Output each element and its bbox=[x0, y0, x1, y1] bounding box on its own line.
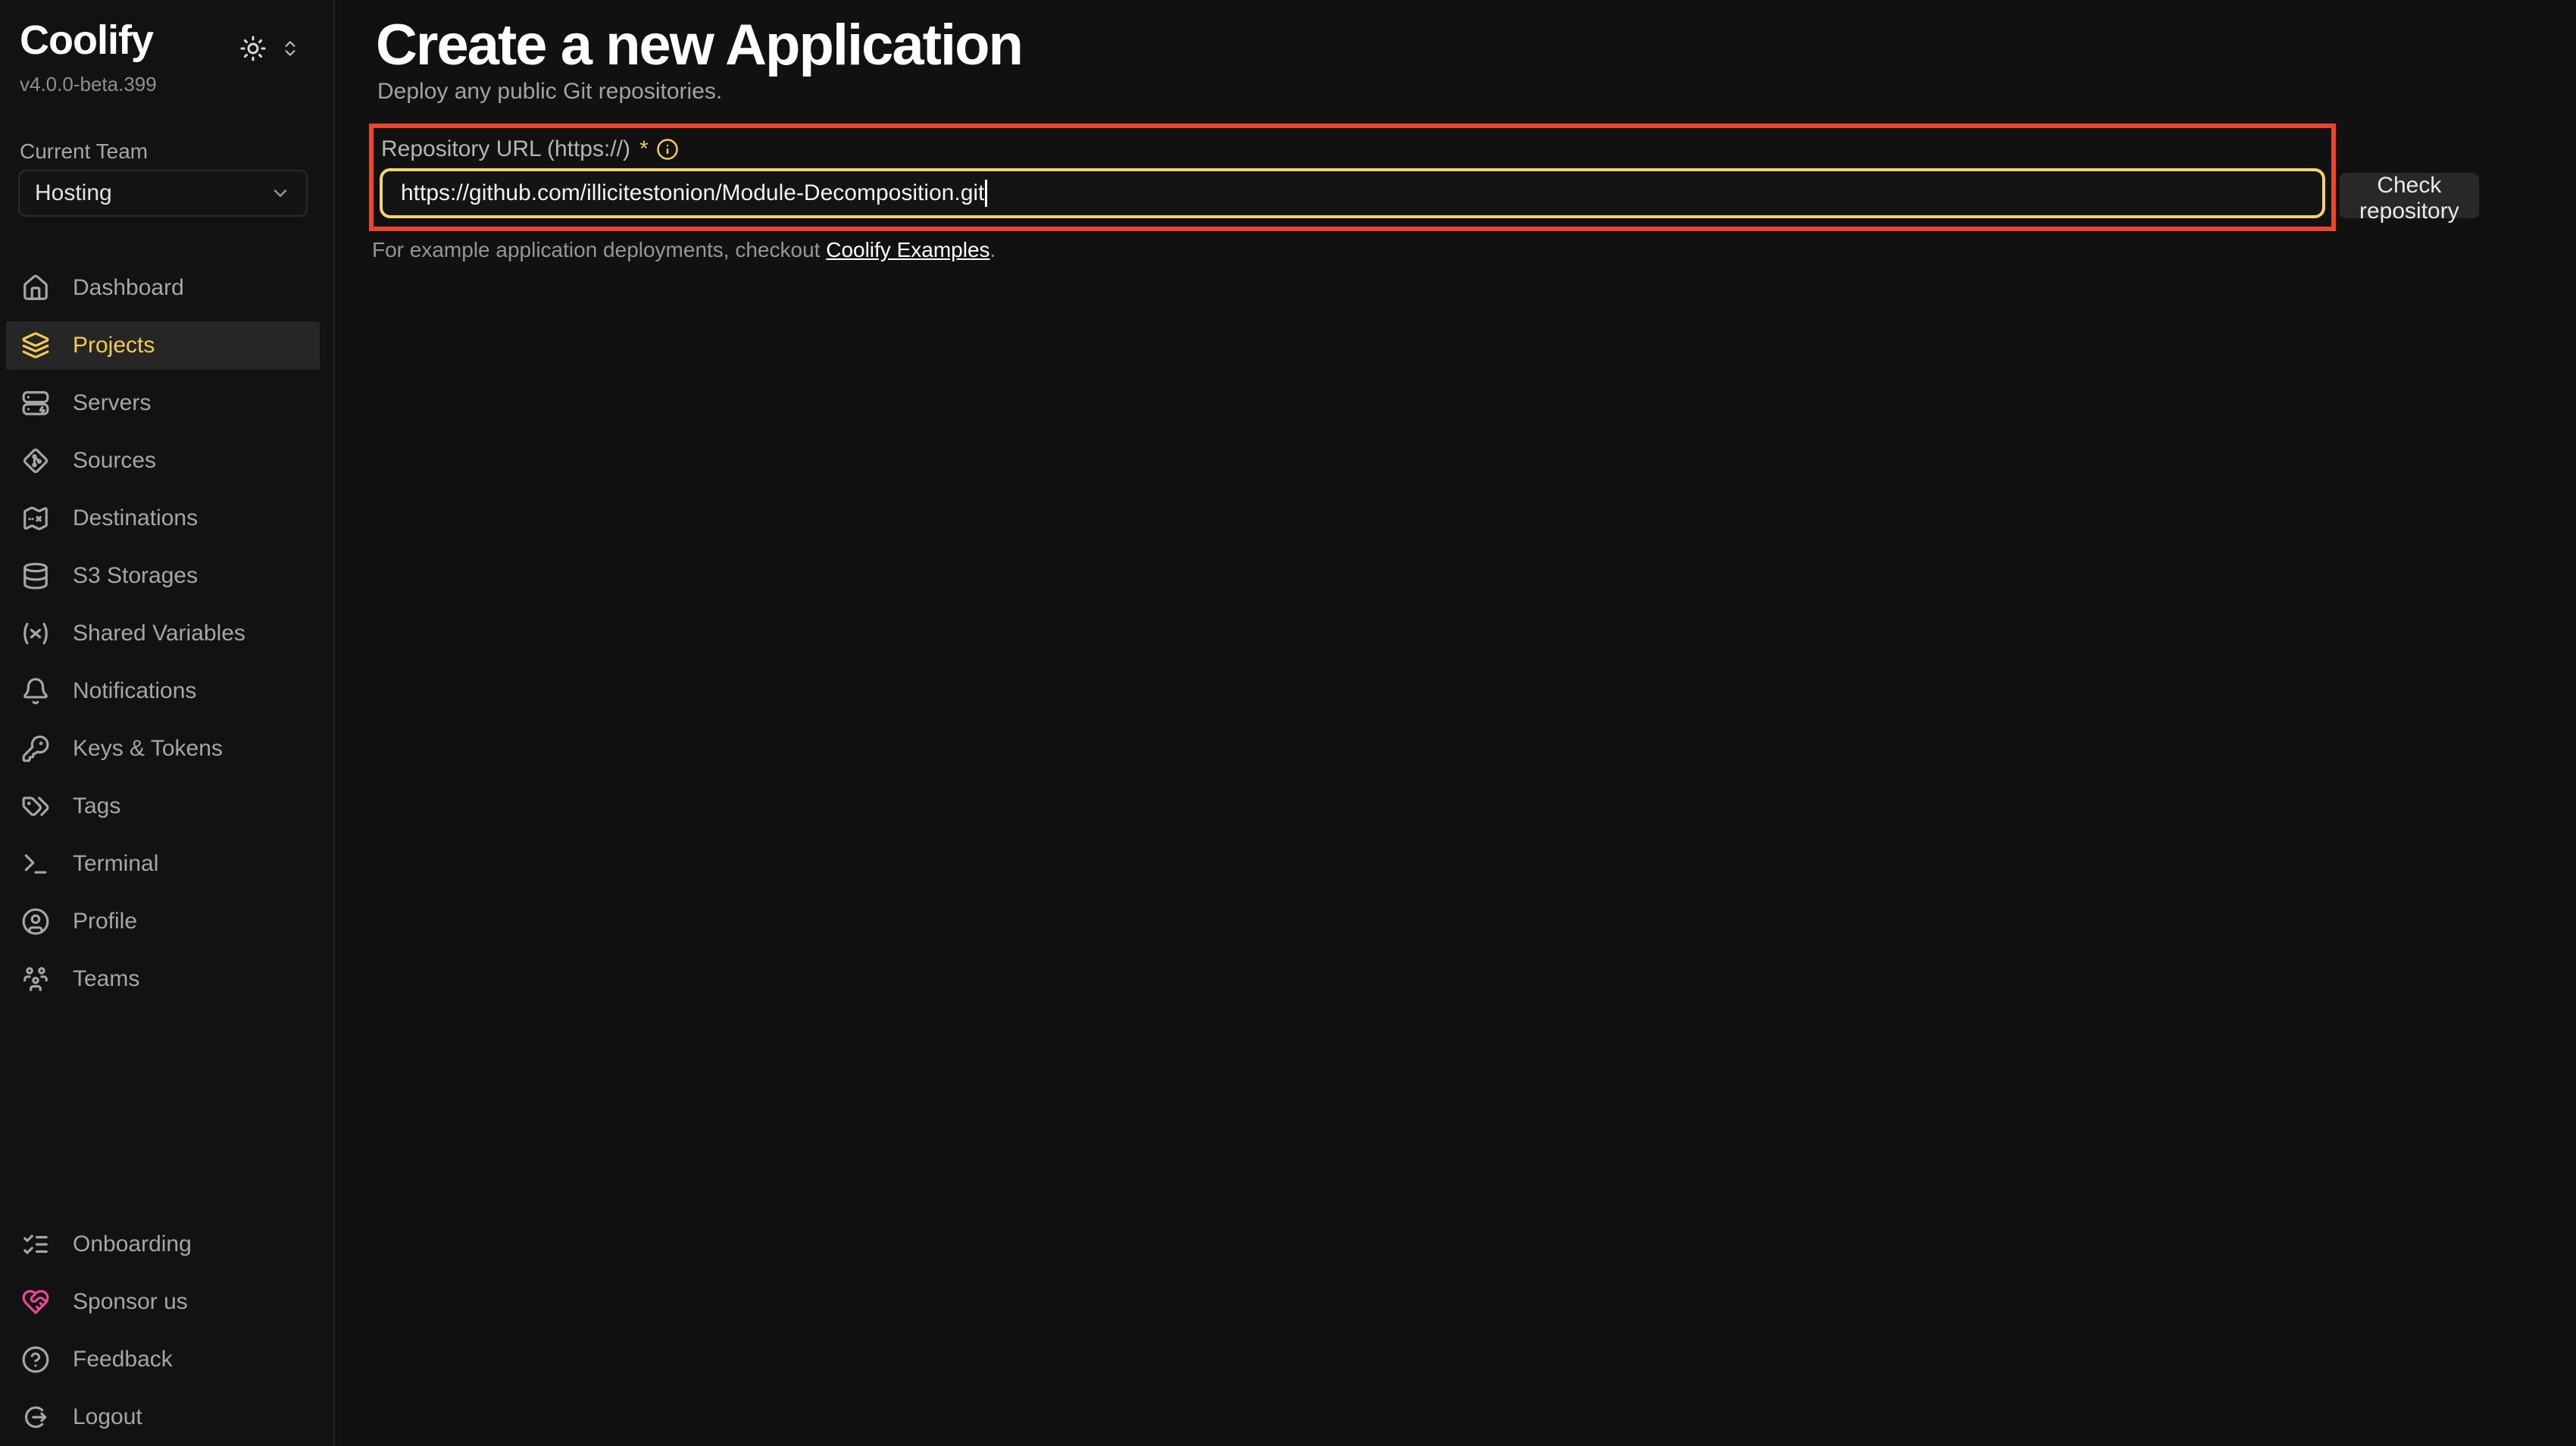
sidebar-item-profile[interactable]: Profile bbox=[6, 897, 320, 946]
repository-url-label: Repository URL (https://) bbox=[381, 136, 630, 162]
users-icon bbox=[21, 965, 50, 994]
sidebar-item-label: S3 Storages bbox=[73, 563, 198, 589]
helper-text: For example application deployments, che… bbox=[372, 238, 996, 262]
bell-icon bbox=[21, 677, 50, 706]
database-icon bbox=[21, 562, 50, 590]
sidebar-item-label: Teams bbox=[73, 966, 139, 992]
sidebar-item-keys-tokens[interactable]: Keys & Tokens bbox=[6, 725, 320, 773]
sidebar-item-sponsor-us[interactable]: Sponsor us bbox=[6, 1278, 320, 1326]
theme-controls bbox=[239, 35, 300, 62]
check-repository-button[interactable]: Check repository bbox=[2340, 173, 2479, 218]
sidebar-item-label: Terminal bbox=[73, 851, 158, 877]
key-icon bbox=[21, 734, 50, 763]
info-icon[interactable] bbox=[656, 138, 679, 161]
page-title: Create a new Application bbox=[376, 12, 1022, 78]
heart-handshake-icon bbox=[21, 1288, 50, 1316]
user-circle-icon bbox=[21, 907, 50, 936]
theme-sun-icon[interactable] bbox=[239, 35, 267, 62]
helper-suffix: . bbox=[990, 238, 996, 261]
repository-url-form: Repository URL (https://) * https://gith… bbox=[369, 124, 2336, 231]
sidebar-item-teams[interactable]: Teams bbox=[6, 955, 320, 1003]
coolify-examples-link[interactable]: Coolify Examples bbox=[826, 238, 989, 261]
sidebar-item-label: Profile bbox=[73, 909, 137, 934]
sidebar-item-tags[interactable]: Tags bbox=[6, 782, 320, 831]
sidebar-item-dashboard[interactable]: Dashboard bbox=[6, 264, 320, 312]
sidebar-item-destinations[interactable]: Destinations bbox=[6, 494, 320, 543]
sidebar-item-logout[interactable]: Logout bbox=[6, 1393, 320, 1441]
variables-icon bbox=[21, 619, 50, 648]
sidebar-item-notifications[interactable]: Notifications bbox=[6, 667, 320, 715]
sidebar-item-label: Shared Variables bbox=[73, 621, 245, 646]
helper-prefix: For example application deployments, che… bbox=[372, 238, 826, 261]
sidebar-item-label: Notifications bbox=[73, 678, 196, 704]
chevrons-up-down-icon[interactable] bbox=[280, 39, 300, 58]
team-select-value: Hosting bbox=[35, 180, 270, 206]
server-icon bbox=[21, 389, 50, 418]
sidebar-item-terminal[interactable]: Terminal bbox=[6, 840, 320, 888]
sidebar-item-feedback[interactable]: Feedback bbox=[6, 1335, 320, 1384]
sidebar-item-label: Logout bbox=[73, 1404, 142, 1430]
sidebar-item-label: Sources bbox=[73, 448, 156, 474]
sidebar-footer-nav: Onboarding Sponsor us Feedback Logout bbox=[0, 1220, 333, 1441]
layers-icon bbox=[21, 331, 50, 360]
sidebar-item-label: Dashboard bbox=[73, 275, 184, 301]
sidebar-item-label: Servers bbox=[73, 390, 151, 416]
page-subtitle: Deploy any public Git repositories. bbox=[377, 79, 722, 105]
main-content: Create a new Application Deploy any publ… bbox=[336, 0, 2576, 1446]
required-asterisk: * bbox=[639, 136, 649, 162]
home-icon bbox=[21, 274, 50, 302]
sidebar-nav: Dashboard Projects Servers Sources Desti… bbox=[0, 264, 333, 1003]
sidebar-item-label: Sponsor us bbox=[73, 1289, 188, 1315]
app-logo: Coolify bbox=[20, 17, 153, 64]
repository-url-value: https://github.com/illicitestonion/Modul… bbox=[401, 180, 984, 206]
sidebar-item-shared-variables[interactable]: Shared Variables bbox=[6, 609, 320, 658]
map-icon bbox=[21, 504, 50, 533]
sidebar-item-label: Feedback bbox=[73, 1347, 173, 1372]
chevron-down-icon bbox=[270, 183, 291, 204]
text-caret bbox=[985, 180, 987, 207]
terminal-icon bbox=[21, 850, 50, 878]
sidebar-item-label: Onboarding bbox=[73, 1232, 192, 1257]
sidebar-item-label: Tags bbox=[73, 793, 120, 819]
tags-icon bbox=[21, 792, 50, 821]
repository-url-input[interactable]: https://github.com/illicitestonion/Modul… bbox=[380, 168, 2325, 218]
sidebar-item-sources[interactable]: Sources bbox=[6, 437, 320, 485]
sidebar-item-label: Destinations bbox=[73, 505, 198, 531]
team-select[interactable]: Hosting bbox=[18, 170, 308, 217]
repository-url-label-row: Repository URL (https://) * bbox=[381, 136, 679, 162]
app-version: v4.0.0-beta.399 bbox=[20, 73, 157, 96]
coolify-app: Coolify v4.0.0-beta.399 Current Team Hos… bbox=[0, 0, 2576, 1446]
checklist-icon bbox=[21, 1230, 50, 1259]
sidebar-item-projects[interactable]: Projects bbox=[6, 321, 320, 370]
current-team-label: Current Team bbox=[20, 139, 148, 164]
help-circle-icon bbox=[21, 1345, 50, 1374]
sidebar-item-s3-storages[interactable]: S3 Storages bbox=[6, 552, 320, 600]
git-icon bbox=[21, 446, 50, 475]
sidebar-item-label: Keys & Tokens bbox=[73, 736, 223, 762]
logout-icon bbox=[21, 1403, 50, 1432]
sidebar: Coolify v4.0.0-beta.399 Current Team Hos… bbox=[0, 0, 335, 1446]
sidebar-item-onboarding[interactable]: Onboarding bbox=[6, 1220, 320, 1269]
sidebar-item-label: Projects bbox=[73, 333, 155, 358]
sidebar-item-servers[interactable]: Servers bbox=[6, 379, 320, 427]
